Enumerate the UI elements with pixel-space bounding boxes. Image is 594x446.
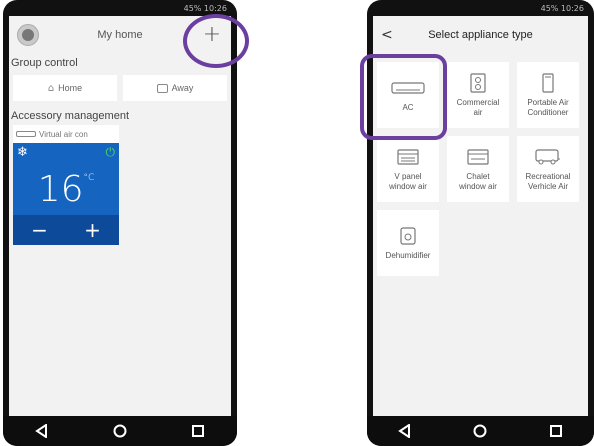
appliance-tile-portable[interactable]: Portable Air Conditioner [517,62,579,128]
home-icon: ⌂ [47,82,55,94]
ac-tile-highlight [360,54,447,140]
status-bar: 45% 10:26 [373,2,588,16]
rv-air-icon [535,146,561,168]
tile-label: Dehumidifier [385,251,431,260]
tile-label: Recreational Verhicle Air [525,172,571,191]
device-card[interactable]: Virtual air con ❄ ⏻ 16°C − + [13,125,119,245]
android-nav-bar [367,416,594,446]
appliance-tile-vpanel[interactable]: V panel window air [377,136,439,202]
temperature-unit: °C [83,173,95,183]
android-nav-bar [3,416,237,446]
group-control-row: ⌂ Home Away [9,72,231,107]
commercial-air-icon [470,72,486,94]
home-screen: My home + Group control ⌂ Home Away Acce… [9,16,231,416]
appliance-tile-rv[interactable]: Recreational Verhicle Air [517,136,579,202]
appliance-header: < Select appliance type [373,16,588,54]
accessory-title: Accessory management [9,107,231,125]
back-nav-icon[interactable] [393,419,417,443]
device-name: Virtual air con [39,129,88,139]
power-icon[interactable]: ⏻ [106,145,116,160]
device-name-row[interactable]: Virtual air con [13,125,119,143]
window-air-icon [397,146,419,168]
tile-label: Chalet window air [459,172,497,191]
phone-left: 45% 10:26 My home + Group control ⌂ Home… [3,0,237,446]
page-title: Select appliance type [428,29,533,41]
away-mode-button[interactable]: Away [123,75,227,101]
tile-label: Portable Air Conditioner [527,98,569,117]
back-nav-icon[interactable] [30,419,54,443]
tile-label: Commercial air [456,98,500,117]
home-nav-icon[interactable] [468,419,492,443]
add-button-highlight [183,14,249,68]
dehumidifier-icon [400,225,416,247]
appliance-tile-dehumidifier[interactable]: Dehumidifier [377,210,439,276]
snowflake-icon: ❄ [17,145,28,160]
device-control-panel: ❄ ⏻ 16°C − + [13,143,119,245]
increase-temp-button[interactable]: + [84,218,101,242]
appliance-tile-chalet[interactable]: Chalet window air [447,136,509,202]
decrease-temp-button[interactable]: − [31,218,48,242]
temperature-controls: − + [13,215,119,245]
tile-label: V panel window air [389,172,427,191]
recents-nav-icon[interactable] [544,419,568,443]
home-mode-button[interactable]: ⌂ Home [13,75,117,101]
ac-unit-icon [16,131,36,137]
temperature-display: 16°C [13,169,119,210]
temperature-value: 16 [37,169,84,210]
home-nav-icon[interactable] [108,419,132,443]
chalet-window-icon [467,146,489,168]
away-mode-label: Away [171,83,194,93]
portable-ac-icon [542,72,554,94]
home-mode-label: Home [58,83,83,93]
away-icon [156,83,168,93]
recents-nav-icon[interactable] [186,419,210,443]
status-bar: 45% 10:26 [9,2,231,16]
appliance-tile-commercial[interactable]: Commercial air [447,62,509,128]
